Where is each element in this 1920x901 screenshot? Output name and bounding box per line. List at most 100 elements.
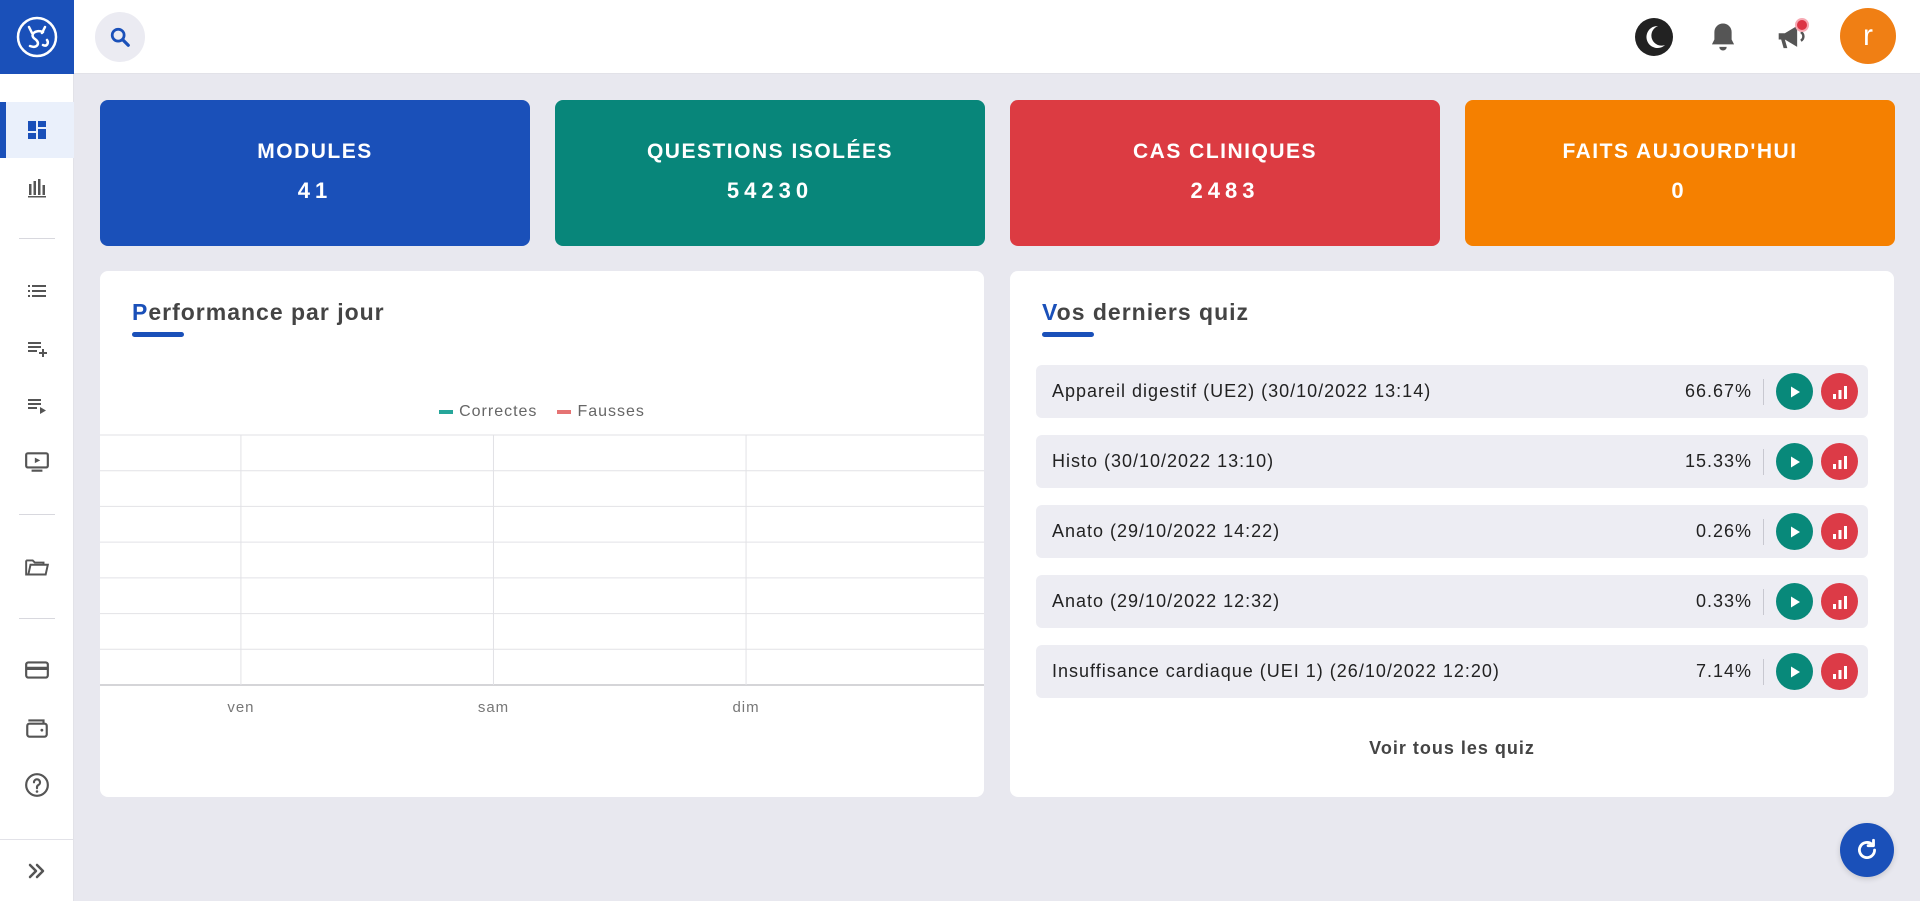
resume-quiz-button[interactable] xyxy=(1776,513,1813,550)
x-tick-label: sam xyxy=(478,699,509,716)
credit-card-icon xyxy=(25,661,49,679)
legend-swatch xyxy=(439,410,454,414)
sidebar-item-list[interactable] xyxy=(0,263,74,319)
quiz-name: Anato (29/10/2022 12:32) xyxy=(1052,591,1281,611)
bar-chart-icon xyxy=(1832,595,1847,609)
sidebar-divider xyxy=(19,238,55,239)
bell-icon xyxy=(1711,23,1735,51)
play-icon xyxy=(1790,526,1800,537)
play-icon xyxy=(1790,386,1800,397)
legend-item-wrong[interactable]: Fausses xyxy=(557,403,644,421)
stat-card-clinical-cases: CAS CLINIQUES 2483 xyxy=(1010,100,1440,246)
legend-label: Correctes xyxy=(459,403,538,420)
stat-label: QUESTIONS ISOLÉES xyxy=(646,140,894,163)
sidebar-divider xyxy=(19,514,55,515)
divider xyxy=(1763,519,1764,545)
sidebar-item-help[interactable] xyxy=(0,757,74,813)
legend-swatch xyxy=(557,410,572,414)
bar-chart-icon xyxy=(1832,385,1847,399)
bar-chart-icon xyxy=(1832,455,1847,469)
play-icon xyxy=(1790,596,1800,607)
moon-icon xyxy=(1635,18,1673,56)
quiz-row[interactable]: Histo (30/10/2022 13:10) 15.33% xyxy=(1036,435,1868,488)
quiz-row[interactable]: Insuffisance cardiaque (UEI 1) (26/10/20… xyxy=(1036,645,1868,698)
quiz-stats-button[interactable] xyxy=(1821,583,1858,620)
dark-mode-toggle[interactable] xyxy=(1634,17,1674,57)
panel-title: Vos derniers quiz xyxy=(1042,299,1249,326)
user-avatar[interactable]: r xyxy=(1840,8,1896,64)
notification-badge xyxy=(1795,18,1809,32)
sidebar-item-create-quiz[interactable] xyxy=(0,320,74,376)
title-text: os derniers quiz xyxy=(1056,299,1250,325)
quiz-row[interactable]: Anato (29/10/2022 12:32) 0.33% xyxy=(1036,575,1868,628)
announcements-button[interactable] xyxy=(1771,17,1811,57)
legend-item-correct[interactable]: Correctes xyxy=(439,403,537,421)
stat-card-done-today: FAITS AUJOURD'HUI 0 xyxy=(1465,100,1895,246)
search-button[interactable] xyxy=(95,12,145,62)
resume-quiz-button[interactable] xyxy=(1776,373,1813,410)
sidebar-divider xyxy=(19,618,55,619)
panel-title: Performance par jour xyxy=(132,299,385,326)
wallet-icon xyxy=(26,719,48,738)
legend-label: Fausses xyxy=(577,403,645,420)
list-icon xyxy=(28,285,46,297)
play-icon xyxy=(1790,666,1800,677)
quiz-score: 0.33% xyxy=(1695,591,1752,611)
dashboard-icon xyxy=(28,121,46,139)
sidebar-item-dashboard[interactable] xyxy=(0,102,74,158)
stat-label: FAITS AUJOURD'HUI xyxy=(1562,140,1798,163)
quiz-score: 0.26% xyxy=(1695,521,1752,541)
playlist-add-icon xyxy=(28,342,47,357)
sidebar-item-folders[interactable] xyxy=(0,540,74,596)
quiz-row[interactable]: Anato (29/10/2022 14:22) 0.26% xyxy=(1036,505,1868,558)
sidebar-expand-button[interactable] xyxy=(0,839,74,901)
play-icon xyxy=(1790,456,1800,467)
playlist-play-icon xyxy=(28,399,46,414)
quiz-row[interactable]: Appareil digestif (UE2) (30/10/2022 13:1… xyxy=(1036,365,1868,418)
cat-logo-icon xyxy=(16,16,58,58)
refresh-icon xyxy=(1858,838,1876,859)
quiz-score: 15.33% xyxy=(1684,451,1752,471)
title-underline xyxy=(1042,332,1094,337)
divider xyxy=(1763,449,1764,475)
help-circle-icon xyxy=(25,773,49,797)
stat-value: 54230 xyxy=(726,178,814,203)
resume-quiz-button[interactable] xyxy=(1776,583,1813,620)
sidebar-item-videos[interactable] xyxy=(0,434,74,490)
title-initial: V xyxy=(1042,299,1057,325)
app-logo[interactable] xyxy=(0,0,74,74)
resume-quiz-button[interactable] xyxy=(1776,443,1813,480)
quiz-stats-button[interactable] xyxy=(1821,653,1858,690)
title-initial: P xyxy=(132,299,149,325)
bar-chart-icon xyxy=(1832,665,1847,679)
divider xyxy=(1763,659,1764,685)
quiz-name: Insuffisance cardiaque (UEI 1) (26/10/20… xyxy=(1052,661,1500,681)
quiz-name: Appareil digestif (UE2) (30/10/2022 13:1… xyxy=(1052,381,1432,401)
title-underline xyxy=(132,332,184,337)
search-icon xyxy=(110,27,130,47)
quiz-stats-button[interactable] xyxy=(1821,373,1858,410)
sidebar-item-wallet[interactable] xyxy=(0,700,74,756)
sidebar-item-play-list[interactable] xyxy=(0,377,74,433)
x-tick-label: ven xyxy=(227,699,254,716)
performance-chart: ven sam dim xyxy=(100,434,984,716)
quiz-stats-button[interactable] xyxy=(1821,513,1858,550)
sidebar xyxy=(0,0,74,901)
resume-quiz-button[interactable] xyxy=(1776,653,1813,690)
divider xyxy=(1763,589,1764,615)
sidebar-item-subscription[interactable] xyxy=(0,642,74,698)
quiz-name: Anato (29/10/2022 14:22) xyxy=(1052,521,1281,541)
x-tick-label: dim xyxy=(732,699,759,716)
performance-panel: Performance par jour Correctes Fausses v… xyxy=(100,271,984,797)
top-bar: r xyxy=(74,0,1920,74)
folders-icon xyxy=(25,559,50,576)
refresh-button[interactable] xyxy=(1840,823,1894,877)
bar-chart-icon xyxy=(1832,525,1847,539)
stat-value: 0 xyxy=(1671,178,1689,203)
notifications-button[interactable] xyxy=(1703,17,1743,57)
quiz-score: 7.14% xyxy=(1695,661,1752,681)
quiz-stats-button[interactable] xyxy=(1821,443,1858,480)
see-all-quizzes-link[interactable]: Voir tous les quiz xyxy=(1010,738,1894,759)
stat-value: 2483 xyxy=(1190,178,1260,203)
sidebar-item-statistics[interactable] xyxy=(0,159,74,215)
